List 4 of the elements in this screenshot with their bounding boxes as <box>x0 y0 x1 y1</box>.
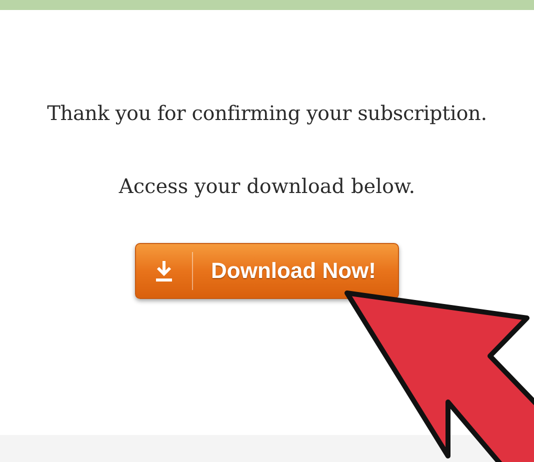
download-button[interactable]: Download Now! <box>135 243 399 299</box>
confirmation-message: Thank you for confirming your subscription. <box>47 101 487 125</box>
download-icon <box>153 259 175 283</box>
instruction-text: Access your download below. <box>118 174 416 198</box>
